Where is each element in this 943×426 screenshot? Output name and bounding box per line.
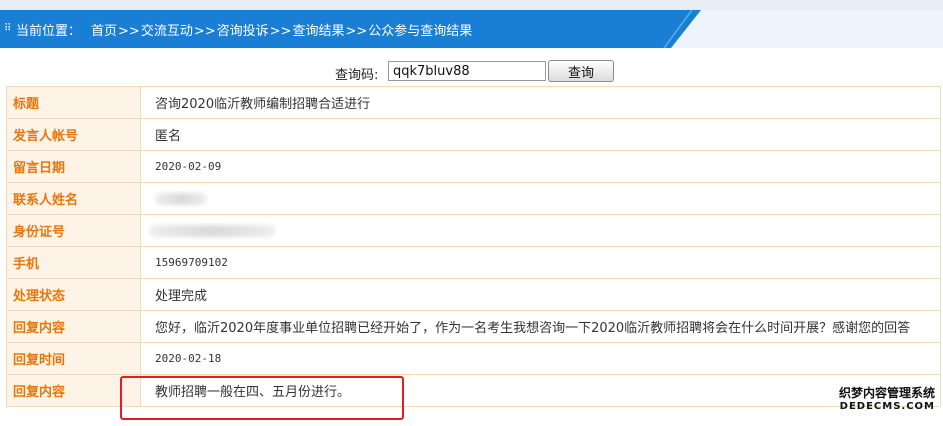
breadcrumb-results[interactable]: 查询结果 xyxy=(292,24,344,39)
field-value-phone: 15969709102 xyxy=(140,246,941,279)
breadcrumb-separator: >> xyxy=(193,23,216,39)
bullet-icon: ⠿ xyxy=(4,23,12,34)
field-value-contact-name xyxy=(140,182,941,215)
field-label-id-number: 身份证号 xyxy=(6,214,141,247)
table-row: 回复时间 2020-02-18 xyxy=(6,342,941,375)
table-row: 留言日期 2020-02-09 xyxy=(6,150,941,183)
redacted-id xyxy=(149,224,275,237)
field-value-account: 匿名 xyxy=(140,118,941,151)
watermark: 织梦内容管理系统 DEDECMS.COM xyxy=(839,387,935,413)
breadcrumb-separator: >> xyxy=(269,23,292,39)
field-value-title: 咨询2020临沂教师编制招聘合适进行 xyxy=(140,86,941,119)
field-label-phone: 手机 xyxy=(6,246,141,279)
table-row: 身份证号 xyxy=(6,214,941,247)
breadcrumb-consult[interactable]: 咨询投诉 xyxy=(217,24,269,39)
highlight-box xyxy=(120,376,404,420)
redacted-name xyxy=(155,192,207,205)
table-row: 手机 15969709102 xyxy=(6,246,941,279)
watermark-url: DEDECMS.COM xyxy=(839,401,935,412)
breadcrumb-separator: >> xyxy=(118,23,140,39)
breadcrumb-interaction[interactable]: 交流互动 xyxy=(141,24,193,39)
query-bar: 查询码: 查询 xyxy=(0,60,943,84)
breadcrumb: 当前位置： 首页>>交流互动>>咨询投诉>>查询结果>>公众参与查询结果 xyxy=(16,20,472,39)
query-code-input[interactable] xyxy=(388,61,546,81)
table-row: 发言人帐号 匿名 xyxy=(6,118,941,151)
breadcrumb-bar: ⠿ 当前位置： 首页>>交流互动>>咨询投诉>>查询结果>>公众参与查询结果 xyxy=(0,10,943,48)
table-row: 回复内容 您好，临沂2020年度事业单位招聘已经开始了，作为一名考生我想咨询一下… xyxy=(6,310,941,343)
field-label-status: 处理状态 xyxy=(6,278,141,311)
field-label-date: 留言日期 xyxy=(6,150,141,183)
top-strip xyxy=(0,0,943,10)
query-button[interactable]: 查询 xyxy=(548,60,614,82)
field-label-reply-time: 回复时间 xyxy=(6,342,141,375)
result-table: 标题 咨询2020临沂教师编制招聘合适进行 发言人帐号 匿名 留言日期 2020… xyxy=(6,86,941,407)
table-row: 处理状态 处理完成 xyxy=(6,278,941,311)
breadcrumb-separator: >> xyxy=(345,23,368,39)
field-label-title: 标题 xyxy=(6,86,141,119)
breadcrumb-current: 公众参与查询结果 xyxy=(368,23,473,39)
breadcrumb-home[interactable]: 首页 xyxy=(91,24,117,39)
query-code-label: 查询码: xyxy=(335,68,379,83)
field-value-reply-time: 2020-02-18 xyxy=(140,342,941,375)
table-row: 标题 咨询2020临沂教师编制招聘合适进行 xyxy=(6,86,941,119)
field-label-account: 发言人帐号 xyxy=(6,118,141,151)
header-decoration xyxy=(671,10,943,48)
field-value-status: 处理完成 xyxy=(140,278,941,311)
watermark-title: 织梦内容管理系统 xyxy=(838,386,935,400)
field-value-date: 2020-02-09 xyxy=(140,150,941,183)
breadcrumb-label: 当前位置： xyxy=(16,23,82,39)
field-value-id-number xyxy=(140,214,941,247)
field-value-content: 您好，临沂2020年度事业单位招聘已经开始了，作为一名考生我想咨询一下2020临… xyxy=(140,310,941,343)
field-label-contact-name: 联系人姓名 xyxy=(6,182,141,215)
table-row: 联系人姓名 xyxy=(6,182,941,215)
field-label-content: 回复内容 xyxy=(6,310,141,343)
